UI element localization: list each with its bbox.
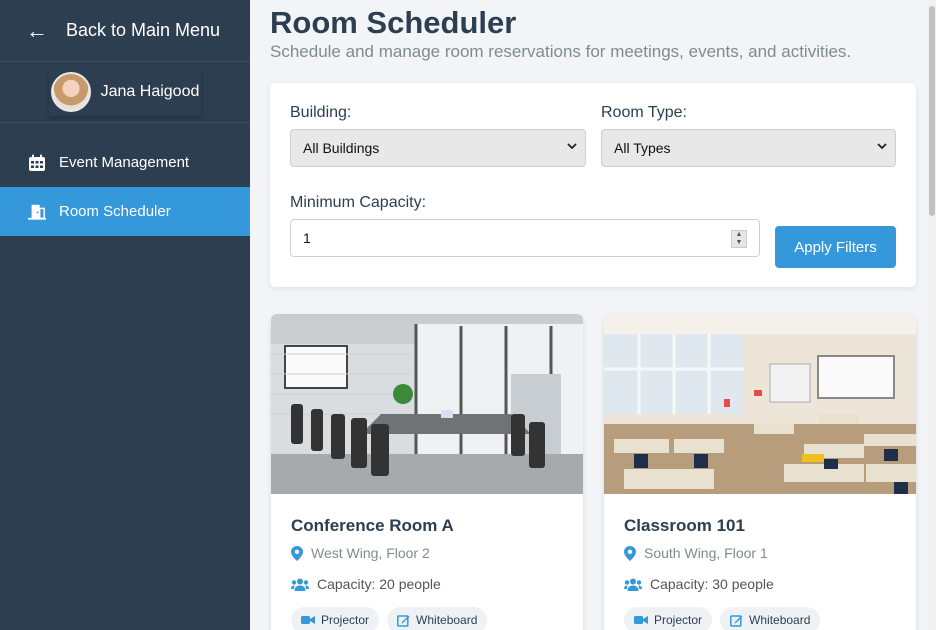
room-type-select[interactable]: All Types <box>601 129 896 167</box>
number-spinner[interactable]: ▲ ▼ <box>731 230 747 248</box>
amenity-label: Projector <box>654 613 703 627</box>
chevron-down-icon <box>567 140 577 154</box>
calendar-icon <box>28 154 46 172</box>
room-capacity-text: Capacity: 30 people <box>650 576 774 592</box>
user-name: Jana Haigood <box>100 83 200 100</box>
page-title: Room Scheduler <box>270 5 517 40</box>
room-card[interactable]: Conference Room A West Wing, Floor 2 Cap… <box>271 314 583 630</box>
user-profile: Jana Haigood <box>0 62 250 123</box>
map-pin-icon <box>624 545 636 561</box>
page-scrollbar[interactable] <box>928 0 936 630</box>
room-name: Classroom 101 <box>624 516 745 535</box>
amenity-label: Whiteboard <box>416 613 478 627</box>
back-label: Back to Main Menu <box>66 20 221 40</box>
amenity-label: Whiteboard <box>749 613 811 627</box>
room-location-text: West Wing, Floor 2 <box>311 545 430 561</box>
users-icon <box>291 578 309 591</box>
main-content: Room Scheduler Schedule and manage room … <box>270 0 916 630</box>
amenity-chip: Whiteboard <box>720 607 821 630</box>
sidebar: ← Back to Main Menu Jana Haigood Event M… <box>0 0 250 630</box>
user-chip: Jana Haigood <box>49 68 202 116</box>
filter-panel: Building: All Buildings Room Type: All T… <box>270 83 916 287</box>
chevron-down-icon <box>877 140 887 154</box>
sidebar-item-label: Event Management <box>59 154 190 171</box>
sidebar-item-room-scheduler[interactable]: Room Scheduler <box>0 187 250 236</box>
room-capacity: Capacity: 30 people <box>624 576 774 592</box>
amenity-label: Projector <box>321 613 370 627</box>
room-type-label: Room Type: <box>601 104 687 121</box>
conference-room-image <box>271 314 583 494</box>
capacity-input[interactable]: 1 ▲ ▼ <box>290 219 760 257</box>
sidebar-item-event-management[interactable]: Event Management <box>0 138 250 187</box>
scrollbar-thumb[interactable] <box>929 6 935 216</box>
room-capacity: Capacity: 20 people <box>291 576 441 592</box>
video-camera-icon <box>634 615 648 625</box>
amenity-list: Projector Whiteboard <box>291 607 488 630</box>
room-card[interactable]: Classroom 101 South Wing, Floor 1 Capaci… <box>604 314 916 630</box>
map-pin-icon <box>291 545 303 561</box>
room-name: Conference Room A <box>291 516 454 535</box>
sidebar-item-label: Room Scheduler <box>59 203 171 220</box>
edit-icon <box>730 614 743 627</box>
building-label: Building: <box>290 104 352 121</box>
amenity-chip: Projector <box>624 607 713 630</box>
amenity-chip: Whiteboard <box>387 607 488 630</box>
avatar <box>50 72 91 112</box>
video-camera-icon <box>301 615 315 625</box>
room-capacity-text: Capacity: 20 people <box>317 576 441 592</box>
amenity-list: Projector Whiteboard <box>624 607 821 630</box>
edit-icon <box>397 614 410 627</box>
users-icon <box>624 578 642 591</box>
building-select-value: All Buildings <box>303 140 380 156</box>
room-type-select-value: All Types <box>614 140 671 156</box>
arrow-left-icon: ← <box>26 17 48 43</box>
door-icon <box>28 203 46 221</box>
room-location: South Wing, Floor 1 <box>624 545 768 561</box>
building-select[interactable]: All Buildings <box>290 129 586 167</box>
room-location: West Wing, Floor 2 <box>291 545 430 561</box>
classroom-image <box>604 314 916 494</box>
apply-filters-button[interactable]: Apply Filters <box>775 226 896 268</box>
room-location-text: South Wing, Floor 1 <box>644 545 768 561</box>
page-subtitle: Schedule and manage room reservations fo… <box>270 42 852 61</box>
capacity-input-value: 1 <box>303 230 311 246</box>
capacity-label: Minimum Capacity: <box>290 194 427 211</box>
back-to-main-menu-link[interactable]: ← Back to Main Menu <box>0 0 250 62</box>
amenity-chip: Projector <box>291 607 380 630</box>
